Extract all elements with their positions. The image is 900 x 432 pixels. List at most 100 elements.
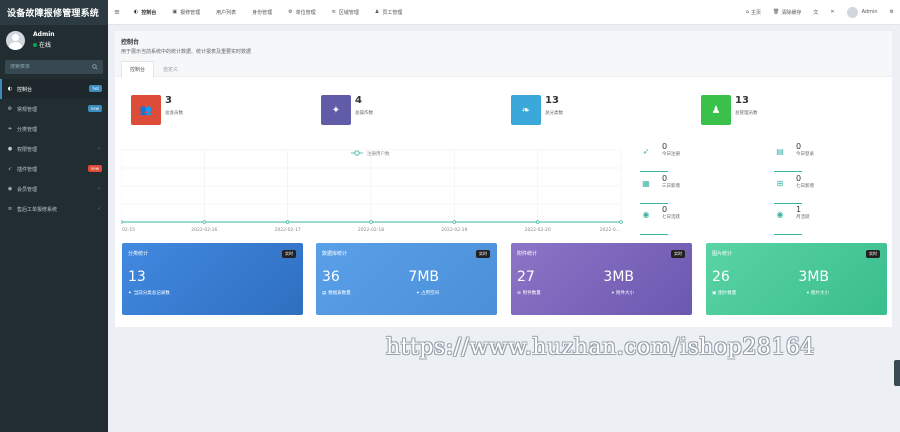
line-chart: 02-15 2022-02-16 2022-02-17 2022-02-18 2022-… [119,142,626,235]
chevron-left-icon: ‹ [98,146,100,152]
camera-icon: ▣ [172,9,178,15]
x-tick-label: 2022-02-18 [358,227,384,233]
card-value: 27 [517,269,535,285]
sidebar-item-auth[interactable]: ● 权限管理 ‹ [0,139,108,159]
stat-month-active: ◉ 1 月活跃 [774,205,894,235]
tab-identity[interactable]: 身份管理 [244,0,280,25]
sidebar-item-label: 权限管理 [17,146,38,153]
settings-icon[interactable]: ⚙ [884,9,900,15]
hot-badge: hot [89,85,102,92]
sidebar: 设备故障报修管理系统 Admin 在线 ◐ 控制台 hot ⚙ 常规管理 new… [0,0,108,432]
fullscreen-icon[interactable]: ✕ [824,9,840,15]
sidebar-item-repair[interactable]: ≡ 售后工单报修系统 ‹ [0,199,108,219]
legend-marker [354,150,360,156]
card-image: 图片统计 实时 26 3MB ▣ 图片数量 ▾ 图片大小 [706,243,887,315]
rocket-icon: ➶ [7,166,13,172]
stat-seven-day-active: ◉ 0 七日活跃 [640,205,760,235]
stat-label: 月活跃 [796,215,810,220]
tab-employee[interactable]: ♟ 员工管理 [367,0,411,25]
dashboard-icon: ◐ [134,9,139,15]
card-foot-label-2: ▾ 占用空间 [416,290,439,297]
sidebar-item-label: 会员管理 [17,186,38,193]
stat-today-register: ➶ 0 今日注册 [640,142,760,172]
stat-label: 今日登录 [796,152,814,157]
card-value: 36 [322,269,340,285]
legend-label: 注册用户数 [367,150,390,157]
card-value: 13 [128,269,146,285]
stat-label: 总会员数 [165,111,183,116]
user-activity-stats: ➶ 0 今日注册 ▤ 0 今日登录 ▦ 0 三日新增 ⊞ 0 七日新增 ◉ 0 七日活跃 … [640,142,890,235]
menu-toggle-icon[interactable]: ≡ [108,8,126,16]
stat-value: 13 [735,95,749,106]
stat-label: 三日新增 [662,184,680,189]
sidebar-item-label: 售后工单报修系统 [17,206,58,213]
search-icon[interactable] [92,64,98,70]
card-value: 26 [712,269,730,285]
stat-today-login: ▤ 0 今日登录 [774,142,894,172]
admin-menu[interactable]: Admin [841,6,884,18]
data-point [285,220,290,224]
sidebar-item-category[interactable]: ❧ 分类管理 [0,119,108,139]
stat-value: 0 [662,205,668,214]
tab-custom[interactable]: 自定义 [154,61,187,78]
vcard-icon: ▤ [776,146,784,156]
card-database: 数据库统计 实时 36 7MB ▤ 数据表数量 ▾ 占用空间 [316,243,497,315]
card-title: 分类统计 [128,251,149,257]
tab-console[interactable]: 控制台 [121,61,155,78]
card-foot-label: ⊚ 附件数量 [517,290,541,297]
sidebar-item-dashboard[interactable]: ◐ 控制台 hot [0,79,108,99]
sidebar-item-addon[interactable]: ➶ 插件管理 new [0,159,108,179]
user-name: Admin [33,31,55,38]
chart-svg: 02-15 2022-02-16 2022-02-17 2022-02-18 2022-… [119,149,623,233]
stat-label: 七日新增 [796,184,814,189]
filter-icon: ▾ [806,290,809,296]
search-input[interactable] [10,64,90,70]
card-foot-label: ▤ 数据表数量 [322,290,351,297]
stat-categories: ❧ 13 总分类数 [511,95,701,125]
tab-unit[interactable]: ⚙ 单位管理 [280,0,324,25]
tab-repair[interactable]: ▣ 报修管理 [164,0,208,25]
tab-region[interactable]: ≡ 区域管理 [324,0,367,25]
divider [640,234,668,235]
sidebar-menu: ◐ 控制台 hot ⚙ 常规管理 new ❧ 分类管理 ● 权限管理 ‹ ➶ 插… [0,79,108,219]
list-icon: ≡ [331,9,336,15]
sidebar-item-label: 插件管理 [17,166,38,173]
sidebar-item-label: 控制台 [17,86,33,93]
magic-icon: ✦ [321,95,351,125]
card-title: 数据库统计 [322,251,348,257]
stat-operations: ✦ 4 总操作数 [321,95,511,125]
watermark: https://www.huzhan.com/ishop28164 [386,335,815,360]
dashboard-icon: ◐ [7,86,13,92]
tab-dashboard[interactable]: ◐ 控制台 [126,0,164,25]
language-icon[interactable]: 文 [807,9,824,16]
new-badge: new [87,165,102,172]
panel-tabs: 控制台 自定义 [121,61,886,78]
divider [774,203,802,204]
divider [774,171,802,172]
user-status: 在线 [33,40,55,51]
card-foot-label-2: ▾ 附件大小 [611,290,634,297]
stat-value: 0 [662,174,668,183]
home-icon: ⌂ [745,9,749,15]
summary-cards: 分类统计 实时 13 ✦ 当前分类总记录数 数据库统计 实时 36 7MB ▤ 数据表… [122,243,887,315]
top-navbar: ≡ ◐ 控制台 ▣ 报修管理 用户列表 身份管理 ⚙ 单位管理 ≡ 区域管理 ♟ 员工管理… [108,0,900,25]
stat-value: 4 [355,95,362,106]
stat-label: 总管理员数 [735,111,758,116]
app-title[interactable]: 设备故障报修管理系统 [0,0,108,25]
side-drawer-handle[interactable] [894,360,900,386]
stats-row: 👥 3 总会员数 ✦ 4 总操作数 ❧ 13 总分类数 ♟ 13 总管理员数 [131,95,891,125]
sidebar-item-general[interactable]: ⚙ 常规管理 new [0,99,108,119]
sidebar-item-member[interactable]: ◉ 会员管理 ‹ [0,179,108,199]
avatar [6,30,25,50]
group-icon: ● [7,146,13,152]
tab-user-list[interactable]: 用户列表 [208,0,244,25]
data-point [452,220,457,224]
stat-seven-day: ⊞ 0 七日新增 [774,174,894,204]
card-foot-label: ✦ 当前分类总记录数 [128,290,170,297]
x-tick-label: 2022-02-17 [275,227,301,233]
home-link[interactable]: ⌂ 主页 [740,9,767,16]
clear-cache-button[interactable]: 🗑 清除缓存 [767,9,807,16]
image-icon: ▣ [712,290,717,296]
chevron-left-icon: ‹ [98,186,100,192]
user-circle-icon: ◉ [7,186,13,192]
